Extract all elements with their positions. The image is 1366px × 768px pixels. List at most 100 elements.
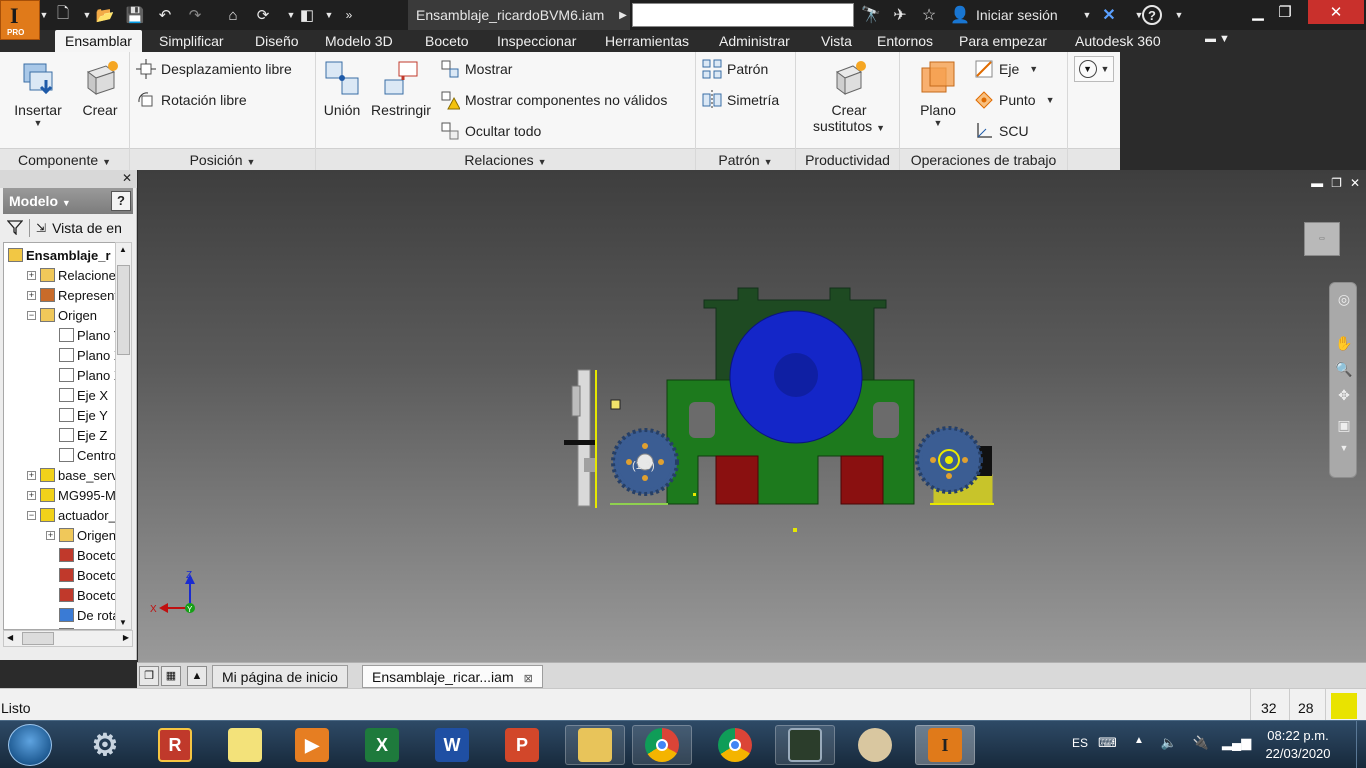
tab-para-empezar[interactable]: Para empezar: [959, 30, 1047, 52]
material-icon[interactable]: ◧: [296, 5, 318, 25]
sign-in-link[interactable]: Iniciar sesión: [976, 7, 1058, 23]
tree-node[interactable]: + base_servo: [27, 465, 115, 485]
save-icon[interactable]: 💾: [124, 5, 146, 25]
undo-icon[interactable]: ↶: [154, 5, 176, 25]
filter-icon[interactable]: [6, 219, 24, 238]
tree-node[interactable]: Boceto3: [46, 585, 115, 605]
steering-wheel-icon[interactable]: ◎: [1334, 291, 1354, 311]
crear-button[interactable]: Crear: [78, 58, 122, 118]
browser-close-icon[interactable]: ✕: [122, 171, 132, 185]
restringir-button[interactable]: Restringir: [368, 58, 434, 118]
graphics-viewport[interactable]: (1.3) Z X Y ▬ ❐ ✕ ▭ ◎ ✋ 🔍 ✥ ▣ ▼: [138, 170, 1366, 662]
mostrar-no-validos-button[interactable]: Mostrar componentes no válidos: [440, 89, 667, 111]
viewport-minimize-icon[interactable]: ▬: [1311, 176, 1323, 190]
tile-windows-icon[interactable]: ▦: [161, 666, 181, 686]
user-icon[interactable]: 👤: [949, 4, 971, 26]
customize-quick-access-icon[interactable]: »: [338, 5, 360, 25]
view-representation-icon[interactable]: ⇲: [36, 221, 46, 235]
tree-horizontal-thumb[interactable]: [22, 632, 54, 645]
tray-language[interactable]: ES: [1072, 736, 1088, 750]
panel-label-relaciones[interactable]: Relaciones ▼: [316, 148, 695, 170]
close-button[interactable]: ✕: [1308, 0, 1364, 24]
show-desktop-button[interactable]: [1356, 721, 1366, 768]
taskbar-sticky-notes[interactable]: [215, 725, 275, 765]
redo-icon[interactable]: ↷: [184, 5, 206, 25]
panel-label-componente[interactable]: Componente ▼: [0, 148, 129, 170]
scu-button[interactable]: SCU: [974, 120, 1029, 142]
open-folder-icon[interactable]: 📂: [94, 5, 116, 25]
desplazamiento-libre-button[interactable]: Desplazamiento libre: [136, 58, 292, 80]
eje-button[interactable]: Eje ▼: [974, 58, 1038, 80]
tree-node[interactable]: + MG995-MG9: [27, 485, 115, 505]
taskbar-powerpoint[interactable]: P: [492, 725, 552, 765]
power-icon[interactable]: 🔌: [1192, 735, 1210, 753]
keyboard-icon[interactable]: ⌨: [1098, 735, 1117, 753]
crear-sustitutos-button[interactable]: Crear sustitutos ▼: [812, 58, 886, 134]
union-button[interactable]: Unión: [320, 58, 364, 118]
assembly-scene[interactable]: (1.3) Z X Y: [138, 170, 1366, 662]
tab-diseno[interactable]: Diseño: [255, 30, 299, 52]
tab-vista[interactable]: Vista: [821, 30, 852, 52]
home-icon[interactable]: ⌂: [222, 5, 244, 25]
tab-modelo-3d[interactable]: Modelo 3D: [325, 30, 393, 52]
cascade-windows-icon[interactable]: ❐: [139, 666, 159, 686]
tree-vertical-thumb[interactable]: [117, 265, 130, 355]
start-button[interactable]: [8, 724, 52, 766]
tray-overflow-icon[interactable]: ▲: [1130, 735, 1148, 753]
tab-autodesk-360[interactable]: Autodesk 360: [1075, 30, 1161, 52]
collapse-icon[interactable]: −: [27, 510, 36, 520]
expand-icon[interactable]: +: [46, 530, 55, 540]
ocultar-todo-button[interactable]: Ocultar todo: [440, 120, 541, 142]
taskbar-paint[interactable]: [845, 725, 905, 765]
tab-close-icon[interactable]: ⊠: [524, 673, 533, 685]
tab-boceto[interactable]: Boceto: [425, 30, 469, 52]
binoculars-icon[interactable]: 🔭: [860, 4, 882, 26]
insertar-button[interactable]: Insertar ▼: [10, 58, 66, 128]
zoom-icon[interactable]: 🔍: [1334, 361, 1354, 381]
tree-node[interactable]: Plano YZ: [46, 325, 115, 345]
tree-node[interactable]: Eje X: [46, 385, 108, 405]
ribbon-overflow-button[interactable]: ▼ ▼: [1074, 56, 1114, 82]
rotacion-libre-button[interactable]: Rotación libre: [136, 89, 247, 111]
browser-view-label[interactable]: Vista de en: [52, 220, 122, 236]
network-signal-icon[interactable]: ▂▄▆: [1222, 735, 1251, 753]
constraint-glyph[interactable]: [610, 399, 621, 410]
taskbar-media-player[interactable]: ▶: [282, 725, 342, 765]
tree-node[interactable]: Eje Z: [46, 425, 107, 445]
taskbar-excel[interactable]: X: [352, 725, 412, 765]
doc-tabs-scroll-up-icon[interactable]: ▲: [187, 666, 207, 686]
tab-inspeccionar[interactable]: Inspeccionar: [497, 30, 576, 52]
tab-entornos[interactable]: Entornos: [877, 30, 933, 52]
tree-node[interactable]: Eje Y: [46, 405, 108, 425]
collapse-icon[interactable]: −: [27, 310, 36, 320]
tree-node[interactable]: Boceto1: [46, 545, 115, 565]
title-expand-icon[interactable]: ▶: [612, 5, 634, 25]
browser-help-icon[interactable]: ?: [111, 191, 131, 211]
tab-simplificar[interactable]: Simplificar: [159, 30, 224, 52]
expand-icon[interactable]: +: [27, 290, 36, 300]
tab-home-page[interactable]: Mi página de inicio: [212, 665, 348, 688]
mostrar-button[interactable]: Mostrar: [440, 58, 512, 80]
red-block-right[interactable]: [840, 455, 884, 505]
plano-button[interactable]: Plano ▼: [914, 58, 962, 128]
scroll-up-icon[interactable]: ▲: [119, 245, 127, 254]
sign-in-dropdown-icon[interactable]: ▼: [1076, 4, 1098, 26]
exchange-apps-icon[interactable]: ✕: [1098, 4, 1120, 26]
scroll-down-icon[interactable]: ▼: [119, 618, 127, 627]
taskbar-chrome[interactable]: [705, 725, 765, 765]
tree-node[interactable]: Centro: [46, 445, 115, 465]
clock[interactable]: 08:22 p.m. 22/03/2020: [1258, 727, 1338, 763]
pan-hand-icon[interactable]: ✋: [1334, 335, 1354, 355]
simetria-button[interactable]: Simetría: [702, 89, 779, 111]
tab-administrar[interactable]: Administrar: [719, 30, 790, 52]
tree-horizontal-scrollbar[interactable]: ◀ ▶: [3, 630, 133, 647]
navbar-dropdown-icon[interactable]: ▼: [1334, 443, 1354, 463]
app-menu-button[interactable]: I PRO: [0, 0, 40, 40]
scroll-left-icon[interactable]: ◀: [7, 633, 13, 642]
gear-right[interactable]: [915, 426, 994, 505]
tree-node[interactable]: − actuador_p: [27, 505, 115, 525]
expand-icon[interactable]: +: [27, 470, 36, 480]
viewcube[interactable]: ▭: [1304, 222, 1340, 256]
help-dropdown-icon[interactable]: ▼: [1168, 4, 1190, 26]
satellite-icon[interactable]: ✈: [889, 4, 911, 26]
